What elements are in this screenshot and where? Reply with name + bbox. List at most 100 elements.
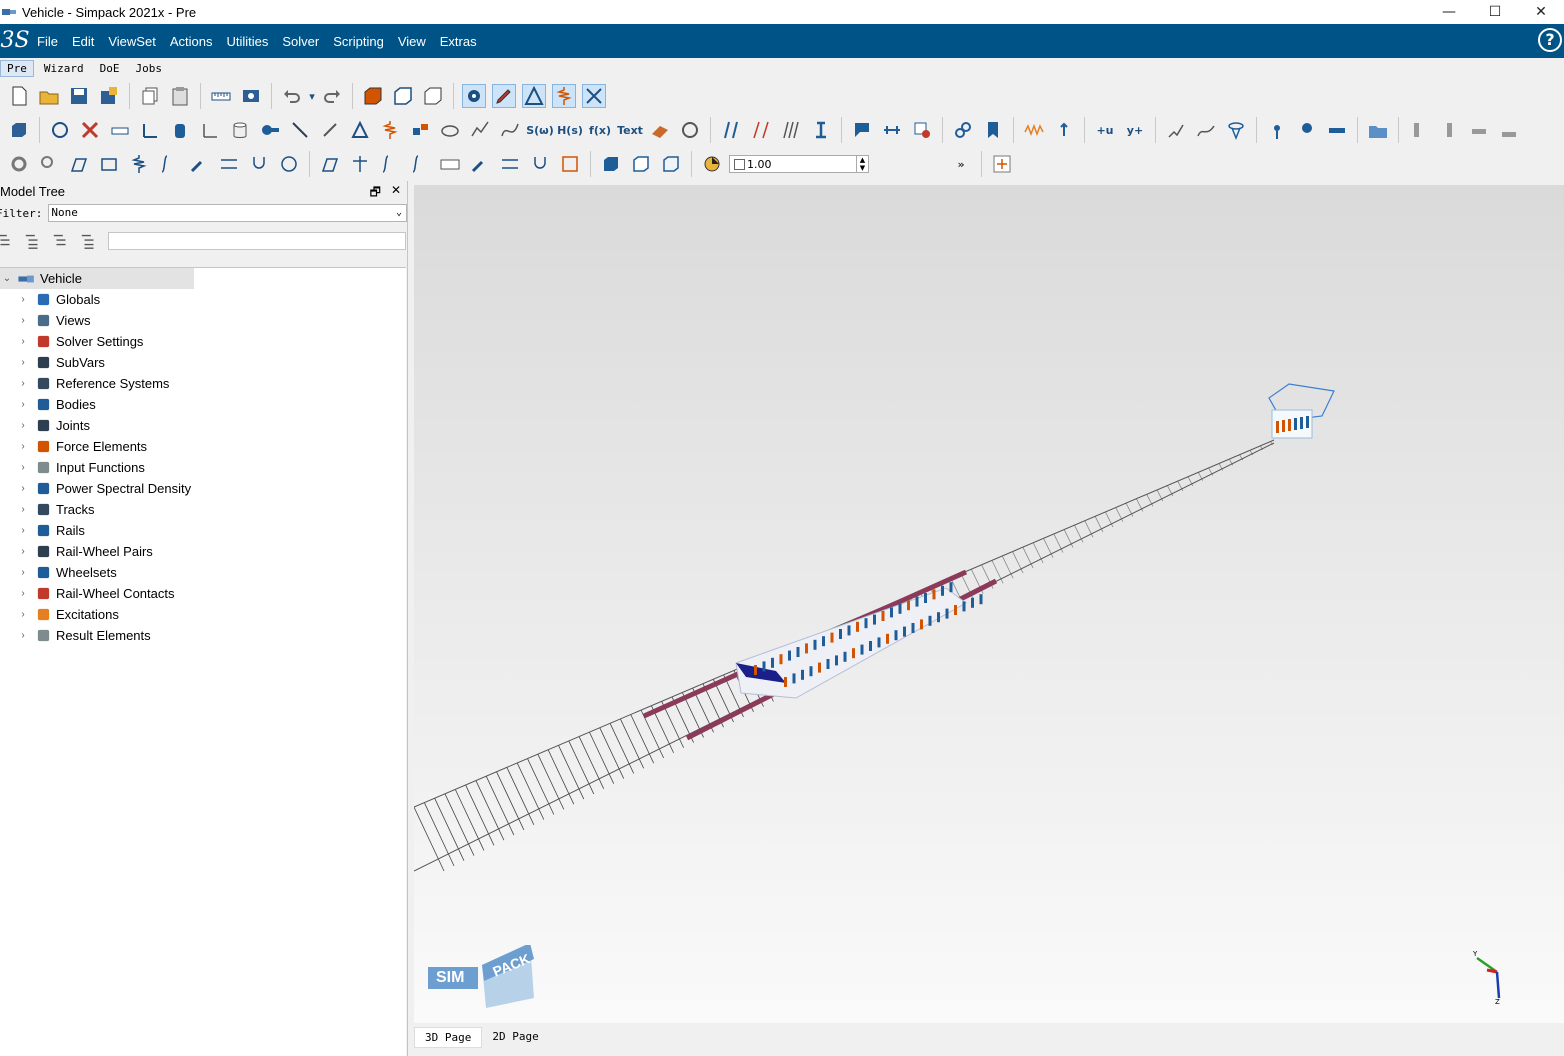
connection-icon[interactable] [258,118,282,142]
text-button[interactable]: Text [617,118,643,142]
rail-profile-icon[interactable] [648,118,672,142]
copy-icon[interactable] [138,84,162,108]
new-file-icon[interactable] [7,84,31,108]
close-panel-icon[interactable]: ✕ [391,183,401,204]
save-icon[interactable] [67,84,91,108]
chevron-right-icon[interactable]: › [16,315,30,326]
body-transform-icon[interactable] [67,152,91,176]
help-icon[interactable]: ? [1538,28,1562,52]
tracks-icon[interactable] [779,118,803,142]
scale-spinner[interactable]: ▲ ▼ [856,156,868,172]
redo-icon[interactable] [320,84,344,108]
chevron-down-icon[interactable]: ⌄ [0,273,14,284]
wireframe-view-icon[interactable] [629,152,653,176]
equilibrium-icon[interactable] [348,152,372,176]
menu-actions[interactable]: Actions [163,34,220,49]
export-icon[interactable] [558,152,582,176]
minimize-button[interactable]: — [1426,0,1472,24]
tree-item-force-elements[interactable]: › Force Elements [0,436,406,457]
spline-icon[interactable] [498,118,522,142]
spring-view-icon[interactable] [552,84,576,108]
wrench-icon[interactable] [187,152,211,176]
chevron-right-icon[interactable]: › [16,294,30,305]
chevron-right-icon[interactable]: › [16,420,30,431]
solver-settings-icon[interactable] [78,118,102,142]
tree-item-rail-wheel-contacts[interactable]: › Rail-Wheel Contacts [0,583,406,604]
triangle-marker-icon[interactable] [348,118,372,142]
chevron-right-icon[interactable]: › [16,546,30,557]
collapse-tree-icon[interactable] [22,230,44,252]
counter-icon[interactable] [438,152,462,176]
chevron-right-icon[interactable]: › [16,609,30,620]
view-x-icon[interactable] [361,84,385,108]
open-folder-icon[interactable] [37,84,61,108]
scale-checkbox[interactable] [734,158,745,170]
view-y-icon[interactable] [391,84,415,108]
body-group-icon[interactable] [97,152,121,176]
psd-button[interactable]: S(ω) [526,118,554,142]
transparent-view-icon[interactable] [659,152,683,176]
menu-file[interactable]: File [30,34,65,49]
track-icon[interactable] [719,118,743,142]
tree-item-rail-wheel-pairs[interactable]: › Rail-Wheel Pairs [0,541,406,562]
center-of-gravity-icon[interactable] [700,152,724,176]
tree-item-solver-settings[interactable]: › Solver Settings [0,331,406,352]
track-excitation-icon[interactable] [749,118,773,142]
menu-utilities[interactable]: Utilities [219,34,275,49]
tree-item-globals[interactable]: › Globals [0,289,406,310]
tab-3d-page[interactable]: 3D Page [414,1027,483,1048]
globals-icon[interactable] [48,118,72,142]
displacement-icon[interactable] [1052,118,1076,142]
menu-solver[interactable]: Solver [275,34,326,49]
tree-item-subvars[interactable]: › SubVars [0,352,406,373]
chevron-right-icon[interactable]: › [16,630,30,641]
float-panel-icon[interactable]: 🗗 [370,183,381,204]
mode-tab-wizard[interactable]: Wizard [38,61,90,76]
tree-item-result-elements[interactable]: › Result Elements [0,625,406,646]
input-u-button[interactable]: +u [1093,118,1117,142]
maximize-button[interactable]: ☐ [1472,0,1518,24]
chevron-right-icon[interactable]: › [16,525,30,536]
chevron-right-icon[interactable]: › [16,441,30,452]
marker-view-icon[interactable] [522,84,546,108]
slider-control-icon[interactable] [498,152,522,176]
tree-item-wheelsets[interactable]: › Wheelsets [0,562,406,583]
excitation-icon[interactable] [1022,118,1046,142]
force-element-icon[interactable] [378,118,402,142]
link-icon[interactable] [951,118,975,142]
bookmark-icon[interactable] [981,118,1005,142]
mode-tab-jobs[interactable]: Jobs [130,61,169,76]
tree-item-tracks[interactable]: › Tracks [0,499,406,520]
tree-item-input-functions[interactable]: › Input Functions [0,457,406,478]
collapse-level-icon[interactable] [78,230,100,252]
integral-icon[interactable] [157,152,181,176]
tool-icon[interactable] [468,152,492,176]
align-bottom-icon[interactable] [1497,118,1521,142]
chevron-right-icon[interactable]: › [16,378,30,389]
view-z-icon[interactable] [421,84,445,108]
linear-system-icon[interactable] [318,152,342,176]
mode-tab-doe[interactable]: DoE [94,61,126,76]
chevron-right-icon[interactable]: › [16,588,30,599]
model-update-icon[interactable] [239,84,263,108]
expand-tree-icon[interactable] [0,230,16,252]
fit-view-icon[interactable] [990,152,1014,176]
tree-item-views[interactable]: › Views [0,310,406,331]
tree-item-vehicle[interactable]: ⌄ Vehicle [0,268,194,289]
tree-item-excitations[interactable]: › Excitations [0,604,406,625]
close-button[interactable]: ✕ [1518,0,1564,24]
chevron-right-icon[interactable]: › [16,567,30,578]
align-center-icon[interactable] [1437,118,1461,142]
user-element-icon[interactable] [1295,118,1319,142]
tree-item-bodies[interactable]: › Bodies [0,394,406,415]
scale-field[interactable]: 1.00 ▲ ▼ [729,155,869,173]
rail-wheel-pair-icon[interactable] [850,118,874,142]
undo-icon[interactable] [280,84,304,108]
probe-icon[interactable] [528,152,552,176]
joint-icon[interactable] [288,118,312,142]
antenna-icon[interactable] [1265,118,1289,142]
stethoscope-icon[interactable] [247,152,271,176]
filter-icon[interactable] [1224,118,1248,142]
result-element-icon[interactable] [1164,118,1188,142]
chevron-right-icon[interactable]: › [16,483,30,494]
